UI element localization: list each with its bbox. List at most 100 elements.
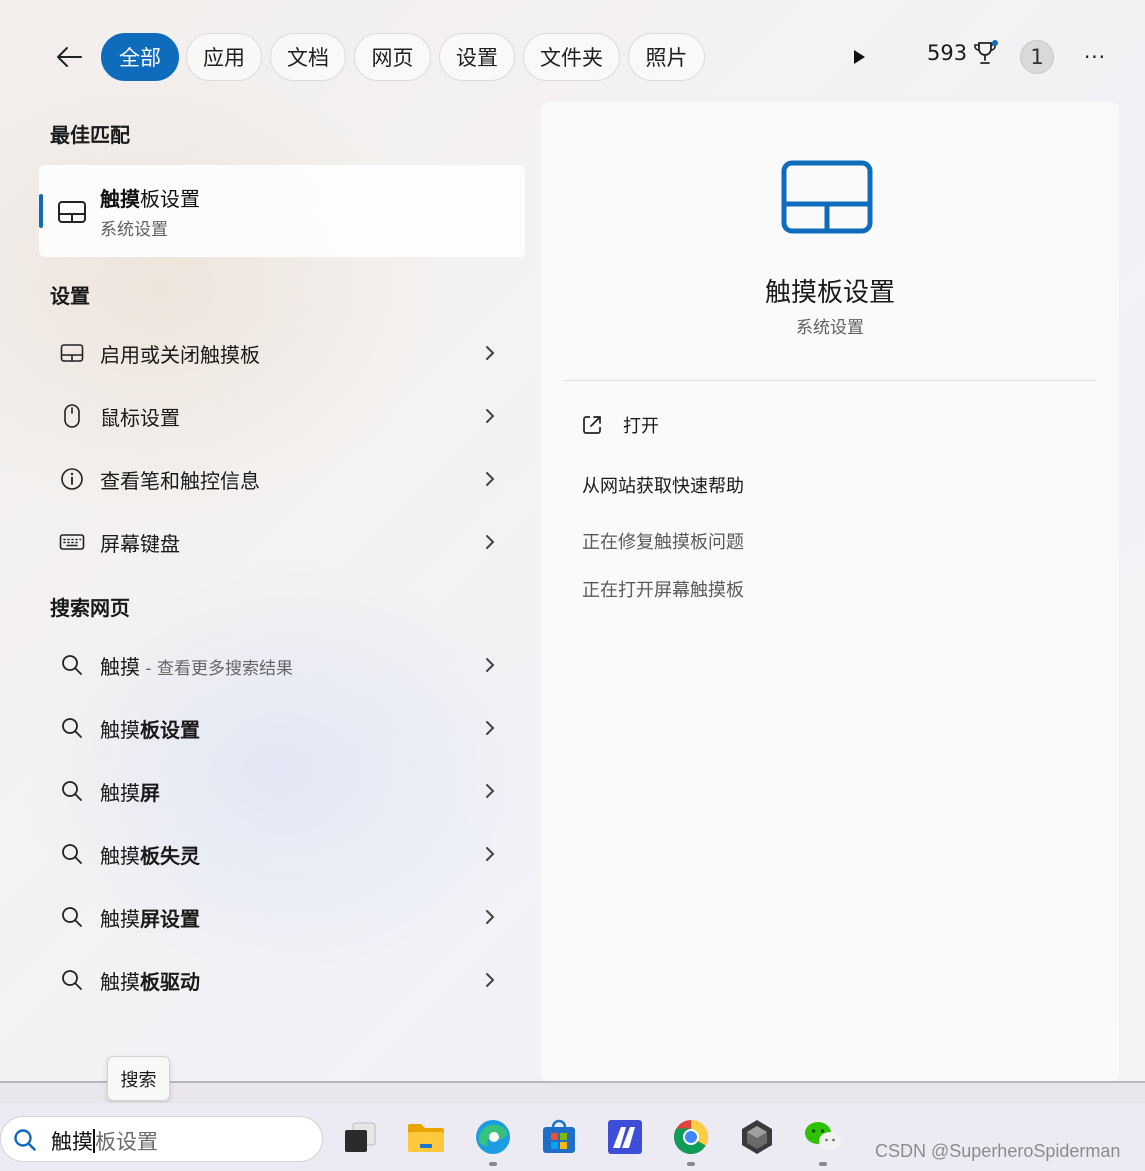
open-label: 打开 <box>623 416 659 437</box>
search-tooltip: 搜索 <box>107 1056 170 1101</box>
settings-item-label: 屏幕键盘 <box>100 532 180 556</box>
chrome-icon <box>674 1120 708 1154</box>
info-icon <box>61 468 83 490</box>
touchpad-icon <box>60 344 84 362</box>
rewards-points[interactable]: 593 <box>927 40 999 66</box>
chevron-right-icon <box>486 409 495 423</box>
section-title-settings: 设置 <box>50 284 90 308</box>
microsoft-store-app[interactable] <box>539 1117 579 1157</box>
settings-item-label: 鼠标设置 <box>100 406 180 430</box>
web-search-label: 触摸板失灵 <box>100 844 200 868</box>
notification-dot <box>992 40 999 46</box>
chevron-right-icon <box>486 910 495 924</box>
best-match-subtitle: 系统设置 <box>100 220 168 240</box>
more-filters-button[interactable] <box>845 42 873 72</box>
unity-app[interactable] <box>737 1117 777 1157</box>
ma-icon <box>608 1120 642 1154</box>
help-link[interactable]: 正在打开屏幕触摸板 <box>582 576 744 602</box>
help-link[interactable]: 正在修复触摸板问题 <box>582 528 744 554</box>
settings-item-label: 查看笔和触控信息 <box>100 469 260 493</box>
chrome-app[interactable] <box>671 1117 711 1166</box>
web-search-label: 触摸屏设置 <box>100 907 200 931</box>
result-preview-pane: 触摸板设置 系统设置 打开 从网站获取快速帮助 正在修复触摸板问题 正在打开屏幕… <box>541 102 1119 1081</box>
settings-item-label: 启用或关闭触摸板 <box>100 343 260 367</box>
web-search-item[interactable]: 触摸板驱动 <box>40 953 525 1009</box>
touchpad-icon <box>781 160 873 234</box>
preview-subtitle: 系统设置 <box>796 318 864 338</box>
chevron-right-icon <box>486 535 495 549</box>
web-search-label: 触摸屏 <box>100 781 160 805</box>
preview-title: 触摸板设置 <box>764 278 895 308</box>
search-icon <box>62 781 82 801</box>
running-indicator <box>687 1162 695 1166</box>
best-match-title: 触摸板设置 <box>100 187 200 211</box>
web-search-label: 触摸 - 查看更多搜索结果 <box>100 655 293 679</box>
search-icon <box>62 655 82 675</box>
web-search-item[interactable]: 触摸屏 <box>40 764 525 820</box>
section-title-search-web: 搜索网页 <box>50 596 130 620</box>
play-icon <box>854 50 865 64</box>
settings-item-onscreen-keyboard[interactable]: 屏幕键盘 <box>40 515 525 571</box>
search-icon <box>62 970 82 990</box>
search-panel: 全部 应用 文档 网页 设置 文件夹 照片 593 1 ··· 最佳匹配 触摸板… <box>0 0 1145 1083</box>
keyboard-icon <box>59 534 85 550</box>
edge-icon <box>476 1120 510 1154</box>
web-search-item[interactable]: 触摸板失灵 <box>40 827 525 883</box>
search-header: 全部 应用 文档 网页 设置 文件夹 照片 593 1 ··· <box>0 30 1145 84</box>
taskbar-search-box[interactable]: 触摸板设置 <box>0 1116 323 1162</box>
task-view-icon <box>345 1122 376 1152</box>
back-button[interactable] <box>50 40 88 74</box>
back-arrow-icon <box>57 47 82 67</box>
chevron-right-icon <box>486 847 495 861</box>
chevron-right-icon <box>486 346 495 360</box>
chevron-right-icon <box>486 784 495 798</box>
chevron-right-icon <box>486 472 495 486</box>
filter-chip-photos[interactable]: 照片 <box>628 33 705 81</box>
watermark: CSDN @SuperheroSpiderman <box>875 1141 1121 1161</box>
task-view-button[interactable] <box>340 1117 380 1157</box>
ma-app[interactable] <box>605 1117 645 1157</box>
filter-chip-folders[interactable]: 文件夹 <box>523 33 620 81</box>
chevron-right-icon <box>486 721 495 735</box>
best-match-result[interactable]: 触摸板设置 系统设置 <box>39 165 525 257</box>
web-search-item[interactable]: 触摸板设置 <box>40 701 525 757</box>
search-icon <box>62 718 82 738</box>
web-search-item[interactable]: 触摸 - 查看更多搜索结果 <box>40 638 525 694</box>
taskbar: 触摸板设置 CSDN @SuperheroSpiderman <box>0 1103 1145 1171</box>
chevron-right-icon <box>486 973 495 987</box>
points-value: 593 <box>927 41 968 65</box>
mouse-icon <box>64 404 80 428</box>
selection-indicator <box>39 194 43 228</box>
store-icon <box>543 1119 575 1153</box>
filter-chip-settings[interactable]: 设置 <box>439 33 515 81</box>
more-options-button[interactable]: ··· <box>1078 40 1112 74</box>
open-external-icon <box>583 416 601 434</box>
settings-item-pen-touch-info[interactable]: 查看笔和触控信息 <box>40 452 525 508</box>
settings-item-touchpad-toggle[interactable]: 启用或关闭触摸板 <box>40 326 525 382</box>
chevron-right-icon <box>486 658 495 672</box>
filter-chip-apps[interactable]: 应用 <box>186 33 262 81</box>
search-icon <box>14 1129 36 1151</box>
filter-chip-all[interactable]: 全部 <box>101 33 179 81</box>
search-icon <box>62 844 82 864</box>
wechat-icon <box>805 1122 841 1150</box>
search-icon <box>62 907 82 927</box>
unity-icon <box>742 1120 772 1154</box>
web-search-item[interactable]: 触摸屏设置 <box>40 890 525 946</box>
search-input-text[interactable]: 触摸板设置 <box>51 1126 158 1156</box>
section-title-best-match: 最佳匹配 <box>50 123 130 147</box>
filter-chip-documents[interactable]: 文档 <box>270 33 346 81</box>
trophy-icon <box>973 40 999 66</box>
divider <box>564 380 1096 381</box>
running-indicator <box>489 1162 497 1166</box>
account-avatar[interactable]: 1 <box>1020 40 1054 74</box>
wechat-app[interactable] <box>803 1117 843 1166</box>
open-button[interactable]: 打开 <box>581 407 659 443</box>
ellipsis-icon: ··· <box>1083 45 1107 69</box>
settings-item-mouse[interactable]: 鼠标设置 <box>40 389 525 445</box>
file-explorer-app[interactable] <box>406 1117 446 1157</box>
filter-chip-web[interactable]: 网页 <box>354 33 431 81</box>
web-search-label: 触摸板设置 <box>100 718 200 742</box>
running-indicator <box>819 1162 827 1166</box>
edge-app[interactable] <box>473 1117 513 1166</box>
